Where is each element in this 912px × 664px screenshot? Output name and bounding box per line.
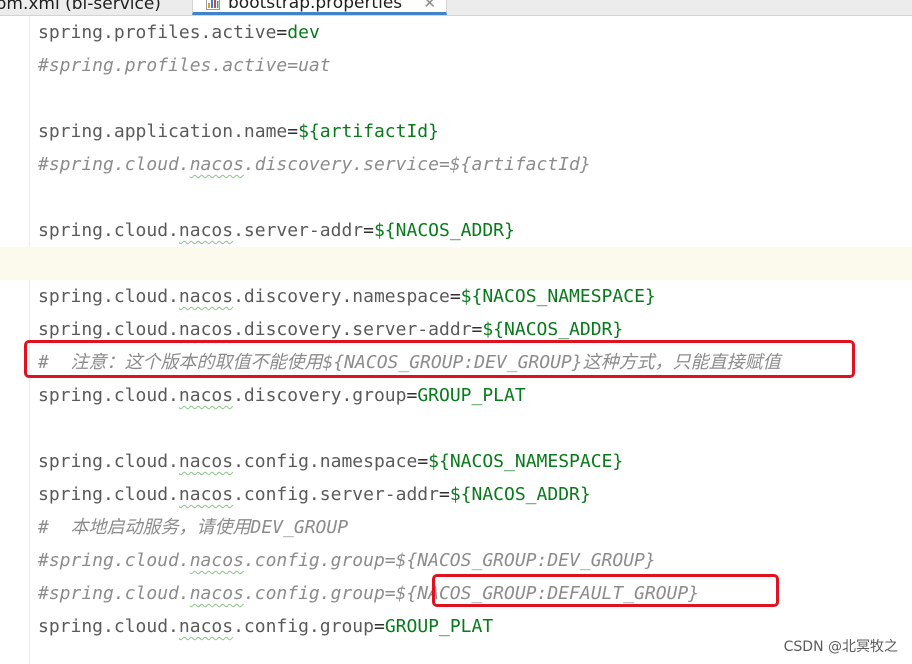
property-key: spring.cloud. [38, 220, 179, 241]
equals-sign: = [471, 319, 483, 340]
property-key: spring.cloud. [38, 385, 179, 406]
spellcheck-word: nacos [178, 220, 234, 241]
equals-sign: = [373, 616, 385, 637]
spellcheck-word: nacos [178, 286, 234, 307]
spellcheck-word: nacos [189, 583, 244, 604]
empty-line [0, 82, 912, 115]
tab-label: bootstrap.properties [228, 0, 403, 13]
code-line: spring.cloud.nacos.discovery.namespace=$… [0, 280, 912, 313]
code-line: #spring.cloud.nacos.config.group=${NACOS… [0, 544, 912, 577]
close-icon[interactable]: ✕ [423, 0, 436, 12]
empty-line [0, 412, 912, 445]
code-line: spring.cloud.nacos.config.group=GROUP_PL… [0, 610, 912, 643]
tab-bootstrap-properties[interactable]: bootstrap.properties ✕ [192, 0, 447, 15]
property-key: spring.profiles.active [38, 22, 277, 43]
spellcheck-word: nacos [178, 385, 234, 406]
property-key: .config.server-addr [233, 484, 439, 505]
property-value: ${NACOS_NAMESPACE} [428, 451, 624, 472]
property-key: spring.cloud. [38, 319, 179, 340]
property-key: spring.cloud. [38, 451, 179, 472]
code-line: # 本地启动服务，请使用DEV_GROUP [0, 511, 912, 544]
code-line: spring.profiles.active=dev [0, 16, 912, 49]
code-line: spring.cloud.nacos.discovery.server-addr… [0, 313, 912, 346]
equals-sign: = [406, 385, 418, 406]
comment-text: #spring.cloud. [38, 154, 190, 175]
comment-text: .config.group=${NACOS_GROUP:DEFAULT_GROU… [243, 583, 700, 604]
property-key: .discovery.server-addr [233, 319, 472, 340]
comment-text: #spring.cloud. [38, 583, 190, 604]
code-line: spring.cloud.nacos.config.namespace=${NA… [0, 445, 912, 478]
property-value: ${NACOS_NAMESPACE} [460, 286, 656, 307]
spellcheck-word: nacos [178, 319, 234, 340]
equals-sign: = [449, 286, 461, 307]
property-key: .config.namespace [233, 451, 418, 472]
comment-text: #spring.cloud. [38, 550, 190, 571]
equals-sign: = [417, 451, 429, 472]
property-value: ${NACOS_ADDR} [482, 319, 624, 340]
property-value: dev [287, 22, 320, 43]
code-line: spring.application.name=${artifactId} [0, 115, 912, 148]
empty-line [0, 181, 912, 214]
property-key: spring.application.name [38, 121, 288, 142]
code-line: spring.cloud.nacos.server-addr=${NACOS_A… [0, 214, 912, 247]
comment-text: .config.group=${NACOS_GROUP:DEV_GROUP} [243, 550, 656, 571]
property-value: ${artifactId} [298, 121, 439, 142]
comment-text: #spring.profiles.active=uat [38, 55, 331, 76]
tab-pom-xml[interactable]: om.xml (bi-service) [0, 0, 176, 15]
comment-text: # 本地启动服务，请使用DEV_GROUP [38, 517, 349, 538]
equals-sign: = [363, 220, 374, 241]
comment-text: .discovery.service=${artifactId} [243, 154, 591, 175]
code-line: #spring.cloud.nacos.config.group=${NACOS… [0, 577, 912, 610]
code-line: #spring.profiles.active=uat [0, 49, 912, 82]
equals-sign: = [287, 121, 299, 142]
spellcheck-word: nacos [178, 451, 234, 472]
code-line: spring.cloud.nacos.discovery.group=GROUP… [0, 379, 912, 412]
watermark: CSDN @北冥牧之 [783, 639, 898, 655]
spellcheck-word: nacos [178, 616, 234, 637]
property-key: .discovery.group [233, 385, 407, 406]
property-key: spring.cloud. [38, 286, 179, 307]
property-value: GROUP_PLAT [384, 616, 494, 637]
editor-tab-bar: om.xml (bi-service) bootstrap.properties… [0, 0, 912, 16]
property-value: ${NACOS_ADDR} [449, 484, 591, 505]
equals-sign: = [276, 22, 288, 43]
equals-sign: = [438, 484, 450, 505]
spellcheck-word: nacos [189, 550, 244, 571]
properties-file-icon [206, 0, 220, 10]
property-key: .server-addr [233, 220, 364, 241]
comment-text: # 注意：这个版本的取值不能使用${NACOS_GROUP:DEV_GROUP}… [38, 352, 781, 373]
spellcheck-word: nacos [178, 484, 234, 505]
code-line: # 注意：这个版本的取值不能使用${NACOS_GROUP:DEV_GROUP}… [0, 346, 912, 379]
tab-label: om.xml (bi-service) [0, 0, 161, 14]
property-key: spring.cloud. [38, 616, 179, 637]
spellcheck-word: nacos [189, 154, 244, 175]
code-editor[interactable]: spring.profiles.active=dev #spring.profi… [0, 16, 912, 664]
property-key: .discovery.namespace [233, 286, 450, 307]
property-key: .config.group [233, 616, 374, 637]
property-value: GROUP_PLAT [417, 385, 526, 406]
code-line: spring.cloud.nacos.config.server-addr=${… [0, 478, 912, 511]
property-value: ${NACOS_ADDR} [373, 220, 515, 241]
code-line: #spring.cloud.nacos.discovery.service=${… [0, 148, 912, 181]
current-line-highlight[interactable] [0, 247, 912, 280]
property-key: spring.cloud. [38, 484, 179, 505]
